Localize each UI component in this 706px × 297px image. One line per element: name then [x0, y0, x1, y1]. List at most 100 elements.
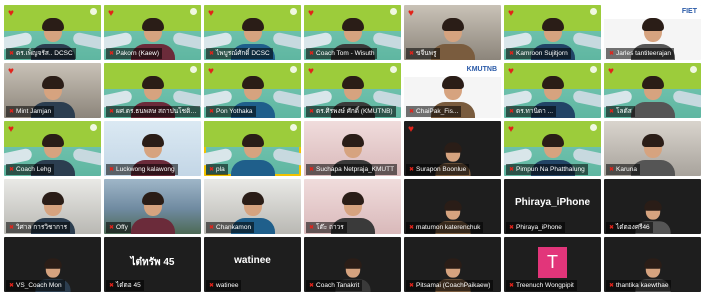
participant-name: Pakorn (Kaew)	[116, 50, 160, 57]
mic-muted-icon: ✖	[609, 225, 615, 231]
mic-muted-icon: ✖	[509, 225, 515, 231]
participant-tile[interactable]: ✖ ไต๋ตองศรี46	[604, 179, 701, 234]
participant-tile[interactable]: ♥ ✖ Kamroon Sujitjorn	[504, 5, 601, 60]
participant-tile[interactable]: ✖ VS_Coach Mon	[4, 237, 101, 292]
participant-name-label: ✖ ดร.ศิรพงษ์ ศักดิ์ (KMUTNB)	[306, 106, 396, 117]
heart-icon: ♥	[208, 66, 214, 77]
participant-tile[interactable]: KMUTNB ✖ ChaiPak_Fis...	[404, 63, 501, 118]
participant-tile[interactable]: ✖ Suchapa Netpraja_KMUTT	[304, 121, 401, 176]
virtual-background-hand	[72, 31, 101, 51]
participant-tile[interactable]: T ✖ Treenuch Wongpipit	[504, 237, 601, 292]
participant-tile[interactable]: ♥ ✖ Mint Jamjan	[4, 63, 101, 118]
mic-muted-icon: ✖	[209, 167, 215, 173]
background-logo-icon	[290, 8, 297, 15]
mic-muted-icon: ✖	[509, 51, 515, 57]
mic-muted-icon: ✖	[109, 51, 115, 57]
mic-muted-icon: ✖	[309, 283, 315, 289]
mic-muted-icon: ✖	[9, 51, 15, 57]
participant-name-label: ✖ Chankamon	[206, 222, 255, 233]
participant-name-label: ✖ ChaiPak_Fis...	[406, 106, 462, 117]
mic-muted-icon: ✖	[609, 109, 615, 115]
background-logo-icon	[290, 124, 297, 131]
mic-muted-icon: ✖	[209, 283, 215, 289]
participant-name-label: ✖ วิศาล การวิชาการ	[6, 222, 71, 233]
participant-tile[interactable]: ♥ ✖ ดร.เพ็ญจรัส.. DCSC	[4, 5, 101, 60]
participant-tile[interactable]: ♥ ✖ ขจีนพรู	[404, 5, 501, 60]
participant-tile[interactable]: Phiraya_iPhone ✖ Phiraya_iPhone	[504, 179, 601, 234]
background-logo-icon	[590, 66, 597, 73]
mic-muted-icon: ✖	[509, 283, 515, 289]
background-logo-icon	[290, 66, 297, 73]
participant-tile[interactable]: ♥ ✖ ดร.ศิรพงษ์ ศักดิ์ (KMUTNB)	[304, 63, 401, 118]
participant-tile[interactable]: ♥ ✖ Pon Yothaka	[204, 63, 301, 118]
participant-name: โลตัส	[616, 108, 632, 115]
participant-name-label: ✖ matumon katerenchuk	[406, 222, 484, 233]
participant-tile[interactable]: ✖ วิศาล การวิชาการ	[4, 179, 101, 234]
participant-name: ไต๋ตอ 45	[116, 282, 141, 289]
participant-name-label: ✖ Treenuch Wongpipit	[506, 280, 577, 291]
participant-name: Chankamon	[216, 224, 252, 231]
heart-icon: ♥	[308, 8, 314, 19]
participant-tile[interactable]: ✖ thantika kaewthae	[604, 237, 701, 292]
participant-tile[interactable]: FIET ✖ Jarles tantiteerajan	[604, 5, 701, 60]
participant-video	[630, 76, 675, 118]
participant-tile[interactable]: ♥ ✖ โลตัส	[604, 63, 701, 118]
participant-name-label: ✖ Pitsamai (CoachPaikaew)	[406, 280, 494, 291]
participant-name: Mint Jamjan	[16, 108, 52, 115]
mic-muted-icon: ✖	[109, 167, 115, 173]
participant-tile[interactable]: ✖ Pitsamai (CoachPaikaew)	[404, 237, 501, 292]
participant-tile[interactable]: ✖ ผศ.ดร.ธนพลษ สถาปนโชติเกียรติ	[104, 63, 201, 118]
participant-video	[130, 192, 175, 234]
background-logo-icon	[190, 66, 197, 73]
virtual-background-hand	[272, 89, 301, 109]
mic-muted-icon: ✖	[9, 225, 15, 231]
virtual-background-hand	[572, 31, 601, 51]
mic-muted-icon: ✖	[309, 51, 315, 57]
mic-muted-icon: ✖	[509, 167, 515, 173]
background-logo-icon	[90, 8, 97, 15]
participant-name-label: ✖ Surapon Boonlue	[406, 164, 470, 175]
participant-name: watinee	[216, 282, 239, 289]
participant-tile[interactable]: ✖ Luckwong kalawong	[104, 121, 201, 176]
participant-name: ผศ.ดร.ธนพลษ สถาปนโชติเกียรติ	[116, 108, 200, 115]
participant-tile[interactable]: ♥ ✖ Pakorn (Kaew)	[104, 5, 201, 60]
participant-tile[interactable]: ♥ ✖ Coach Tom - Wisuth	[304, 5, 401, 60]
heart-icon: ♥	[8, 8, 14, 19]
participant-tile[interactable]: ♥ ✖ ดร.ทานิดา ...	[504, 63, 601, 118]
participant-tile[interactable]: ✖ Karuna	[604, 121, 701, 176]
participant-name-label: ✖ Offy	[106, 222, 131, 233]
participant-tile[interactable]: watinee ✖ watinee	[204, 237, 301, 292]
virtual-background-hand	[72, 147, 101, 167]
participant-tile[interactable]: ♥ ✖ Coach Lehg	[4, 121, 101, 176]
participant-name: VS_Coach Mon	[16, 282, 62, 289]
participant-name: Pitsamai (CoachPaikaew)	[416, 282, 491, 289]
participant-tile[interactable]: ♥ ✖ Pimpun Na Phatthalung	[504, 121, 601, 176]
mic-muted-icon: ✖	[409, 225, 415, 231]
background-logo-icon	[390, 8, 397, 15]
mic-muted-icon: ✖	[409, 51, 415, 57]
mic-muted-icon: ✖	[9, 167, 15, 173]
participant-tile[interactable]: ✖ Chankamon	[204, 179, 301, 234]
mic-muted-icon: ✖	[309, 167, 315, 173]
virtual-background-hand	[272, 31, 301, 51]
participant-tile[interactable]: ไต๋ทรัพ 45 ✖ ไต๋ตอ 45	[104, 237, 201, 292]
heart-icon: ♥	[408, 8, 414, 19]
participant-name: Coach Lehg	[16, 166, 52, 173]
participant-name: pla	[216, 166, 225, 173]
heart-icon: ♥	[408, 124, 414, 135]
participant-tile[interactable]: ✖ matumon katerenchuk	[404, 179, 501, 234]
participant-tile[interactable]: ✖ โต๊ะ ถาวร	[304, 179, 401, 234]
participant-name-label: ✖ watinee	[206, 280, 242, 291]
participant-tile[interactable]: ✖ pla	[204, 121, 301, 176]
mic-muted-icon: ✖	[409, 167, 415, 173]
mic-muted-icon: ✖	[9, 109, 15, 115]
participant-tile[interactable]: ♥ ✖ Surapon Boonlue	[404, 121, 501, 176]
participant-name-label: ✖ Coach Tanakrit	[306, 280, 363, 291]
participant-name: Pon Yothaka	[216, 108, 253, 115]
background-logo-icon	[690, 66, 697, 73]
participant-tile[interactable]: ✖ Coach Tanakrit	[304, 237, 401, 292]
participant-name: Coach Tanakrit	[316, 282, 360, 289]
participant-name: Jarles tantiteerajan	[616, 50, 671, 57]
participant-tile[interactable]: ♥ ✖ ไพบูรณ์ศักดิ์ DCSC	[204, 5, 301, 60]
participant-tile[interactable]: ✖ Offy	[104, 179, 201, 234]
